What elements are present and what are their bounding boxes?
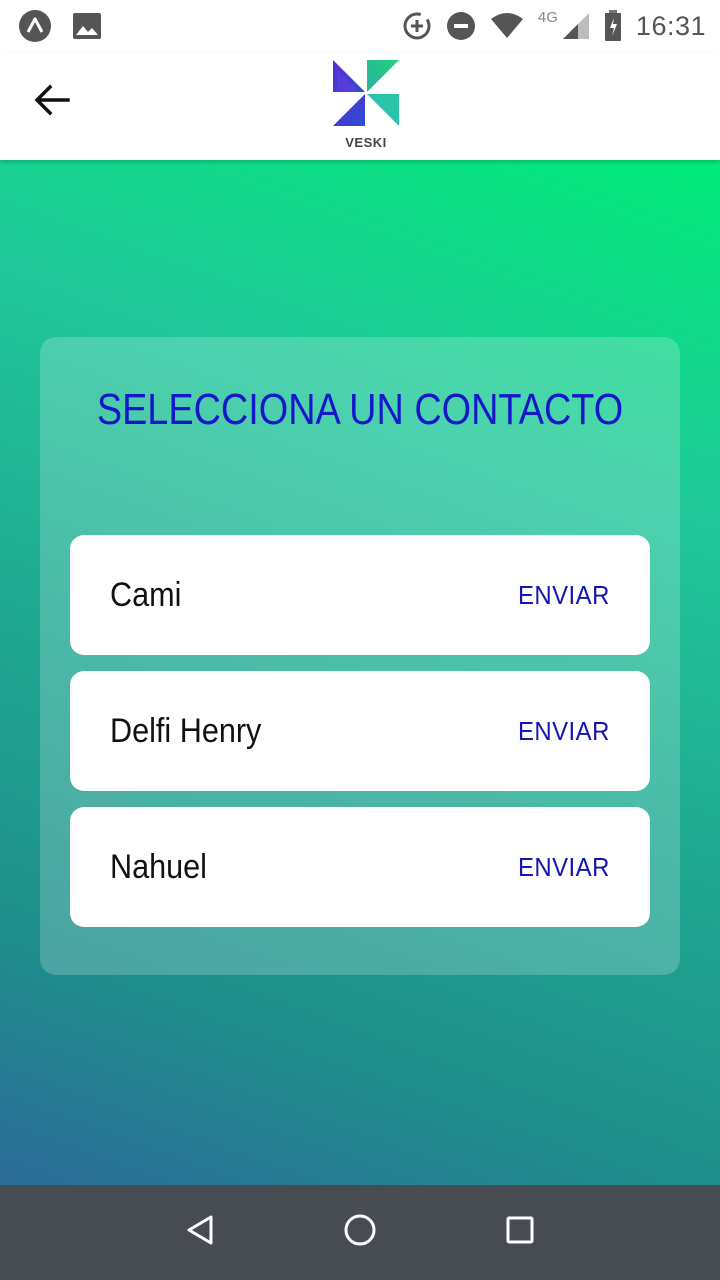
nav-back-button[interactable] bbox=[170, 1203, 230, 1263]
page-title: SELECCIONA UN CONTACTO bbox=[96, 385, 624, 434]
battery-icon bbox=[604, 10, 622, 42]
data-saver-icon bbox=[402, 11, 432, 41]
contact-name: Cami bbox=[110, 575, 182, 614]
pinwheel-logo-icon bbox=[331, 58, 401, 133]
status-bar: 4G 16:31 bbox=[0, 0, 720, 52]
contact-item: Cami ENVIAR bbox=[70, 535, 650, 655]
main-content: SELECCIONA UN CONTACTO Cami ENVIAR Delfi… bbox=[0, 160, 720, 1185]
image-notification-icon bbox=[72, 12, 102, 40]
send-button[interactable]: ENVIAR bbox=[518, 580, 610, 611]
contact-item: Delfi Henry ENVIAR bbox=[70, 671, 650, 791]
logo-text: VESKI bbox=[345, 135, 387, 150]
contact-panel: SELECCIONA UN CONTACTO Cami ENVIAR Delfi… bbox=[40, 337, 680, 975]
app-bar: VESKI bbox=[0, 52, 720, 160]
send-button[interactable]: ENVIAR bbox=[518, 716, 610, 747]
send-button[interactable]: ENVIAR bbox=[518, 852, 610, 883]
network-type-label: 4G bbox=[537, 8, 558, 26]
contact-list: Cami ENVIAR Delfi Henry ENVIAR Nahuel EN… bbox=[70, 535, 650, 943]
status-time: 16:31 bbox=[635, 10, 706, 41]
back-triangle-icon bbox=[185, 1214, 215, 1251]
nav-recents-button[interactable] bbox=[490, 1203, 550, 1263]
back-button[interactable] bbox=[24, 74, 80, 130]
contact-name: Delfi Henry bbox=[110, 711, 262, 750]
recents-square-icon bbox=[505, 1215, 535, 1250]
home-circle-icon bbox=[343, 1213, 377, 1252]
status-left-icons bbox=[18, 9, 102, 43]
status-right-icons: 4G 16:31 bbox=[402, 8, 706, 42]
contact-name: Nahuel bbox=[110, 847, 207, 886]
wifi-icon bbox=[490, 13, 524, 39]
system-nav-bar bbox=[0, 1185, 720, 1280]
arrow-left-icon bbox=[34, 84, 70, 121]
cell-signal-icon bbox=[562, 12, 590, 40]
app-logo: VESKI bbox=[328, 58, 404, 150]
nav-home-button[interactable] bbox=[330, 1203, 390, 1263]
app-notification-icon bbox=[18, 9, 52, 43]
contact-item: Nahuel ENVIAR bbox=[70, 807, 650, 927]
do-not-disturb-icon bbox=[446, 11, 476, 41]
